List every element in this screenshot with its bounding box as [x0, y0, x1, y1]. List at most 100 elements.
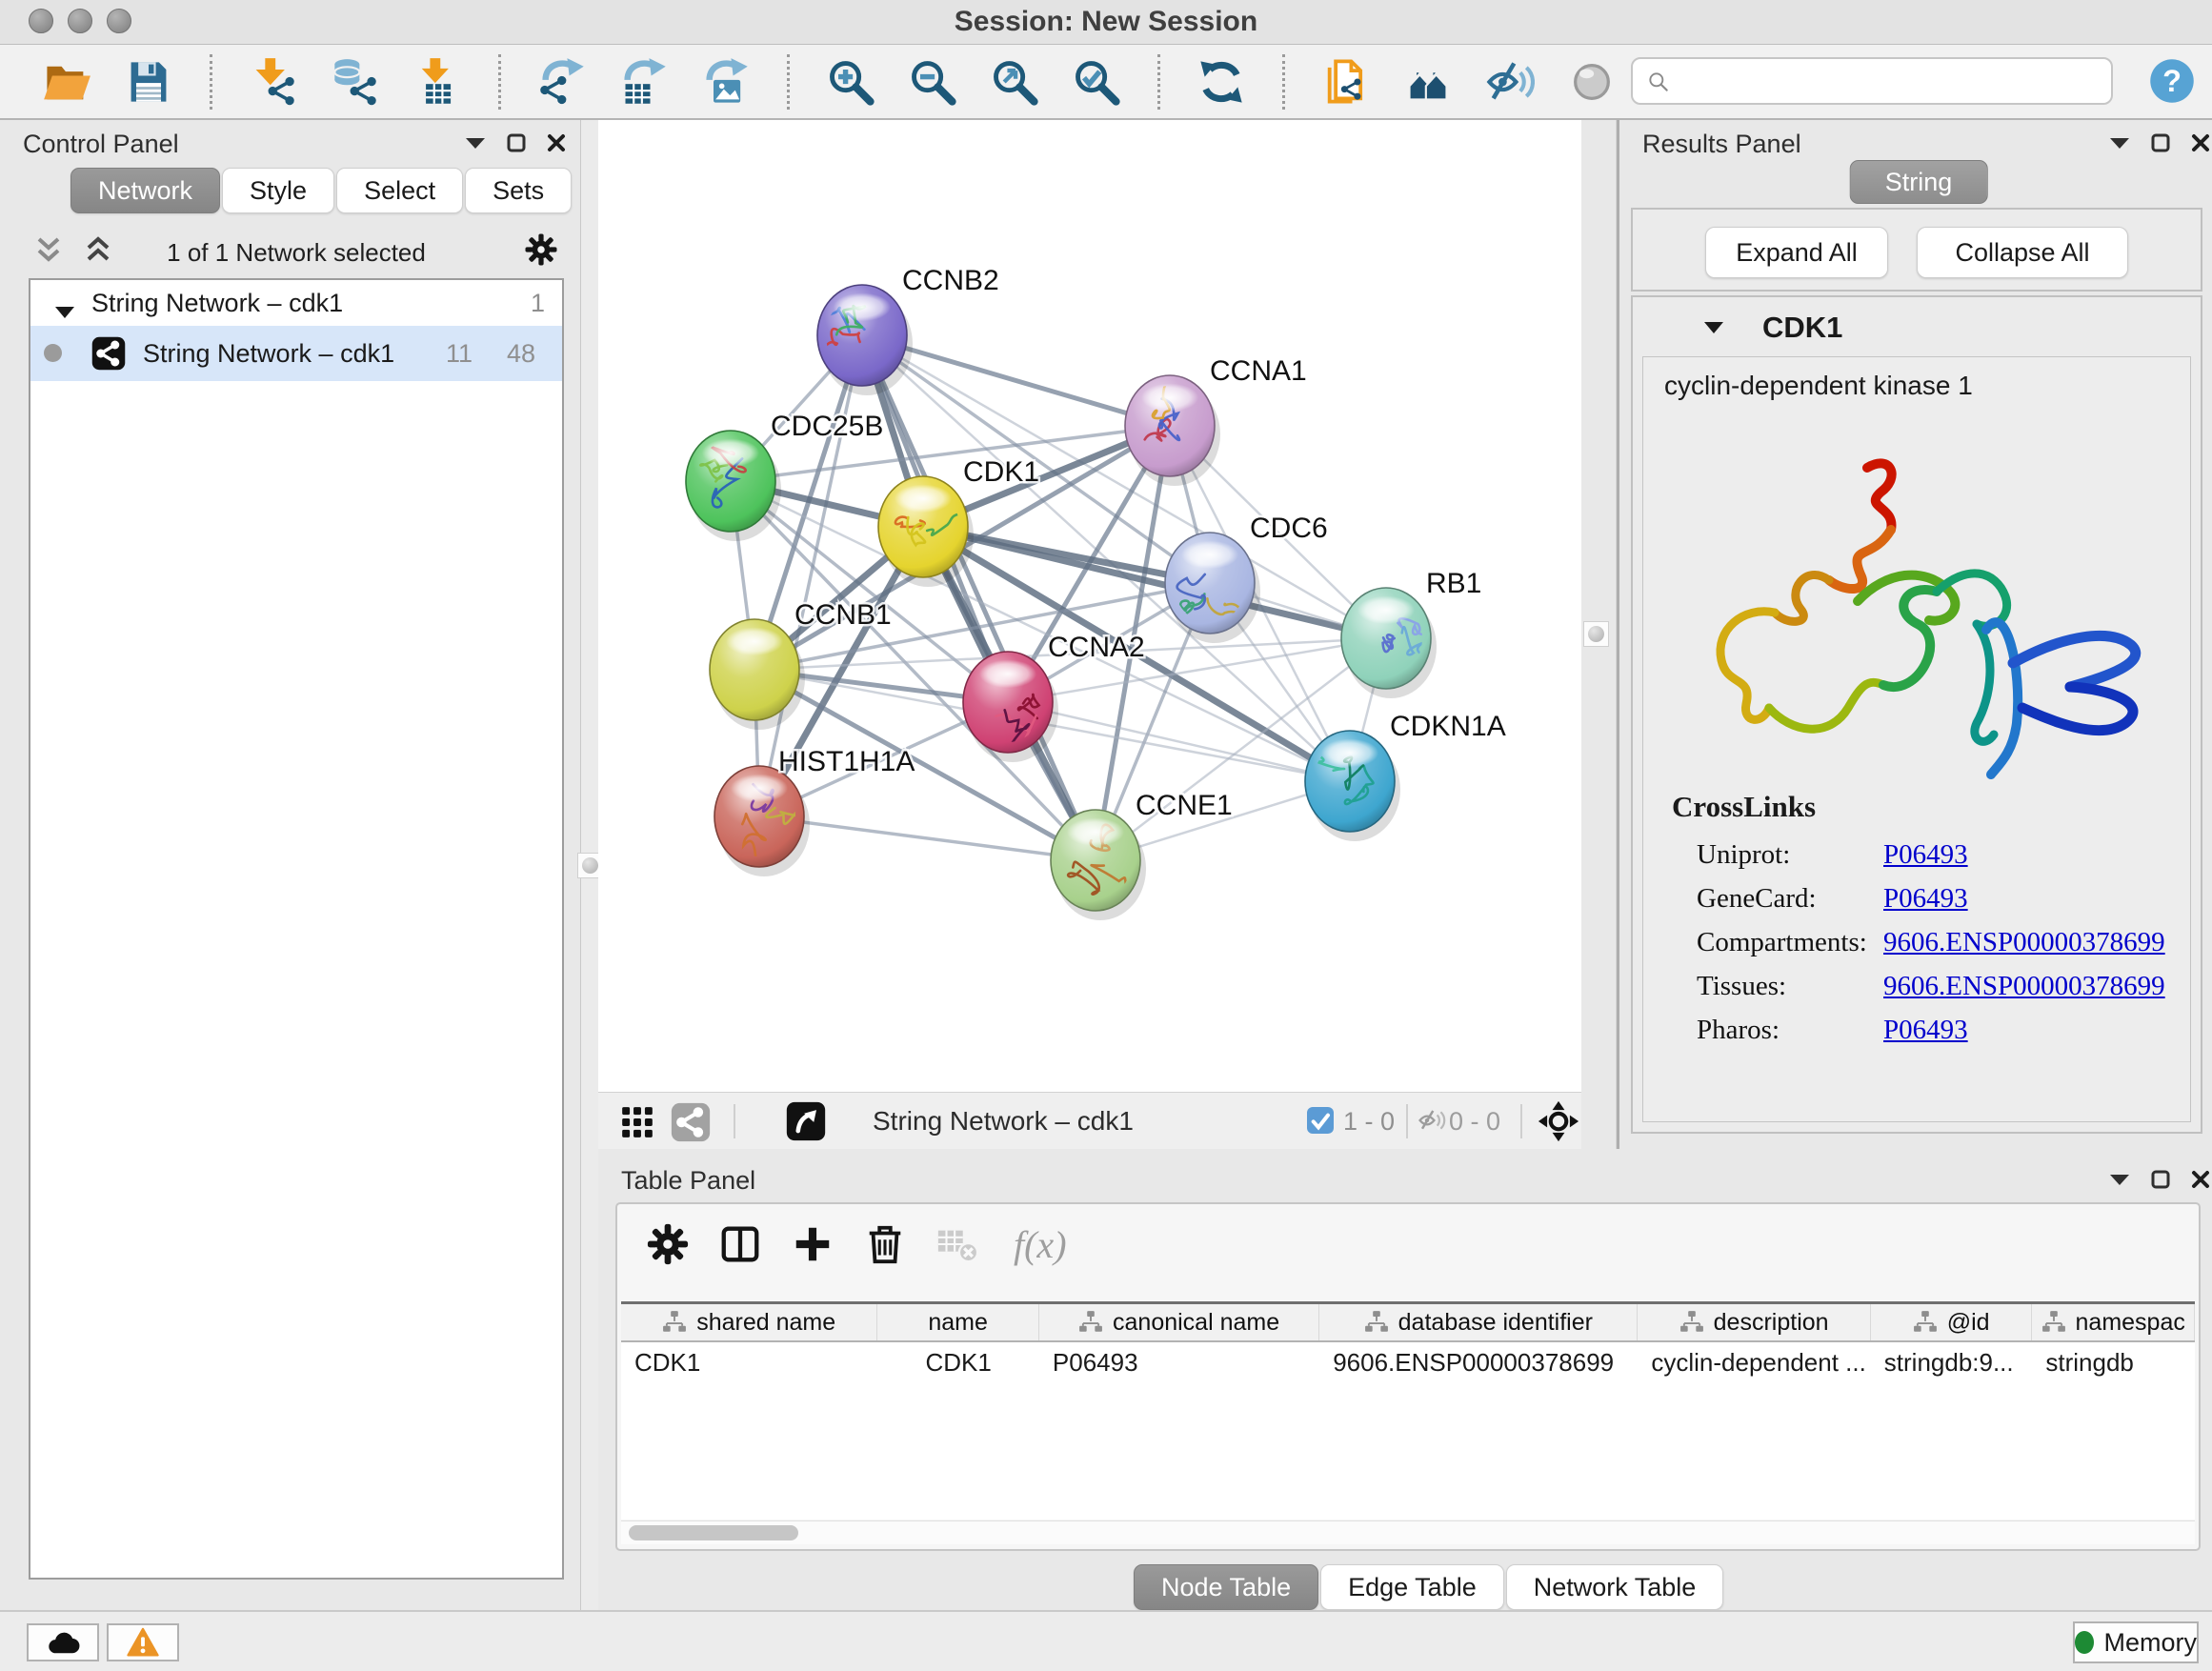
table-cell[interactable]: cyclin-dependent ...: [1638, 1342, 1870, 1382]
table-cell[interactable]: stringdb:9...: [1871, 1342, 2033, 1382]
node-label-RB1: RB1: [1426, 568, 1481, 599]
network-collection-row[interactable]: String Network – cdk1 1: [30, 280, 562, 326]
export-network-button[interactable]: [537, 57, 587, 107]
tab-edge-table[interactable]: Edge Table: [1320, 1564, 1504, 1610]
import-table-button[interactable]: [412, 57, 462, 107]
table-row[interactable]: CDK1CDK1P064939606.ENSP00000378699cyclin…: [621, 1342, 2195, 1382]
network-edge[interactable]: [862, 335, 1096, 860]
panel-menu-arrow-icon[interactable]: [465, 136, 486, 150]
string-home-button[interactable]: [1403, 57, 1453, 107]
apply-layout-button[interactable]: [1196, 57, 1246, 107]
panel-close-icon[interactable]: [2191, 133, 2210, 152]
tab-select[interactable]: Select: [336, 168, 463, 213]
save-session-button[interactable]: [124, 57, 173, 107]
help-button[interactable]: ?: [2147, 56, 2197, 106]
tab-sets[interactable]: Sets: [465, 168, 572, 213]
memory-button[interactable]: Memory: [2073, 1621, 2199, 1663]
table-cell[interactable]: CDK1: [621, 1342, 877, 1382]
glass-effect-button[interactable]: [1485, 57, 1535, 107]
open-session-button[interactable]: [42, 57, 91, 107]
panel-close-icon[interactable]: [547, 133, 566, 152]
column-header-namespac[interactable]: namespac: [2032, 1304, 2195, 1340]
tab-network[interactable]: Network: [70, 168, 220, 213]
network-node-CDKN1A[interactable]: CDKN1A: [1297, 711, 1506, 841]
network-list-toolbar: 1 of 1 Network selected: [29, 232, 564, 274]
network-options-gear-icon[interactable]: [524, 232, 558, 272]
network-edge[interactable]: [759, 335, 862, 816]
network-node-HIST1H1A[interactable]: HIST1H1A: [714, 746, 915, 876]
right-splitter-handle[interactable]: [1583, 621, 1609, 647]
expand-all-button[interactable]: Expand All: [1705, 227, 1888, 278]
table-horizontal-scrollbar[interactable]: [621, 1520, 2195, 1544]
panel-float-icon[interactable]: [2151, 1170, 2170, 1189]
show-structures-button[interactable]: [1567, 57, 1617, 107]
panel-menu-arrow-icon[interactable]: [2109, 1173, 2130, 1186]
search-input[interactable]: [1631, 57, 2113, 105]
selected-checkbox-icon[interactable]: [1305, 1105, 1336, 1140]
network-row[interactable]: String Network – cdk1 11 48: [30, 326, 562, 381]
tab-network-table[interactable]: Network Table: [1506, 1564, 1724, 1610]
zoom-fit-button[interactable]: [990, 57, 1039, 107]
tab-node-table[interactable]: Node Table: [1134, 1564, 1318, 1610]
zoom-in-button[interactable]: [826, 57, 875, 107]
panel-float-icon[interactable]: [2151, 133, 2170, 152]
protein-header-row[interactable]: CDK1: [1633, 297, 2201, 356]
tab-string[interactable]: String: [1850, 160, 1988, 204]
collection-expand-arrow-icon[interactable]: [55, 296, 74, 326]
table-settings-gear-icon: [646, 1222, 690, 1266]
table-cell[interactable]: 9606.ENSP00000378699: [1319, 1342, 1638, 1382]
import-network-database-button[interactable]: [331, 57, 380, 107]
panel-float-icon[interactable]: [507, 133, 526, 152]
network-edge[interactable]: [1008, 702, 1350, 781]
panel-menu-arrow-icon[interactable]: [2109, 136, 2130, 150]
string-panel-toggle-icon[interactable]: [671, 1102, 711, 1147]
export-table-button[interactable]: [619, 57, 669, 107]
crosslink-value-link[interactable]: P06493: [1883, 883, 1968, 914]
crosslink-value-link[interactable]: P06493: [1883, 1015, 1968, 1045]
table-cell[interactable]: stringdb: [2032, 1342, 2195, 1382]
network-view-canvas[interactable]: CCNB2 CCNA1 CDC25B CDK1 CDC6 RB1 CCNB1: [598, 120, 1581, 1092]
zoom-out-button[interactable]: [908, 57, 957, 107]
column-header-description[interactable]: description: [1638, 1304, 1870, 1340]
crosslink-value-link[interactable]: P06493: [1883, 839, 1968, 870]
protein-structure-image: [1662, 449, 2177, 782]
table-cell[interactable]: CDK1: [877, 1342, 1039, 1382]
column-header-id[interactable]: @id: [1871, 1304, 2033, 1340]
add-column-button[interactable]: [791, 1222, 835, 1266]
network-node-CCNA1[interactable]: CCNA1: [1125, 355, 1307, 486]
export-image-button[interactable]: [701, 57, 751, 107]
table-cell[interactable]: P06493: [1039, 1342, 1319, 1382]
collapse-all-button[interactable]: Collapse All: [1917, 227, 2128, 278]
network-node-CCNE1[interactable]: CCNE1: [1051, 790, 1233, 920]
fit-content-crosshair-icon[interactable]: [1538, 1100, 1579, 1147]
column-header-shared-name[interactable]: shared name: [621, 1304, 877, 1340]
detach-view-icon[interactable]: [785, 1100, 827, 1147]
scrollbar-thumb[interactable]: [629, 1525, 798, 1540]
crosslink-value-link[interactable]: 9606.ENSP00000378699: [1883, 927, 2165, 957]
window-title: Session: New Session: [0, 0, 2212, 44]
node-layer[interactable]: CCNB2 CCNA1 CDC25B CDK1 CDC6 RB1 CCNB1: [686, 265, 1506, 920]
column-header-canonical-name[interactable]: canonical name: [1039, 1304, 1319, 1340]
protein-expand-arrow-icon[interactable]: [1703, 320, 1724, 339]
table-settings-gear-button[interactable]: [646, 1222, 690, 1266]
formula-fx-button[interactable]: f(x): [1008, 1222, 1067, 1267]
string-file-button[interactable]: [1321, 57, 1371, 107]
crosslink-value-link[interactable]: 9606.ENSP00000378699: [1883, 971, 2165, 1001]
import-network-file-button[interactable]: [249, 57, 298, 107]
panel-close-icon[interactable]: [2191, 1170, 2210, 1189]
network-node-CDC6[interactable]: CDC6: [1165, 513, 1328, 643]
network-node-CDK1[interactable]: CDK1: [878, 456, 1039, 587]
delete-table-button[interactable]: [935, 1222, 979, 1266]
network-node-RB1[interactable]: RB1: [1341, 568, 1481, 698]
delete-row-button[interactable]: [863, 1222, 907, 1266]
node-table[interactable]: shared namenamecanonical namedatabase id…: [621, 1301, 2195, 1520]
cloud-status-button[interactable]: [27, 1623, 99, 1661]
zoom-selected-button[interactable]: [1072, 57, 1121, 107]
tab-style[interactable]: Style: [222, 168, 334, 213]
column-header-name[interactable]: name: [877, 1304, 1039, 1340]
birdseye-view-icon[interactable]: [619, 1104, 655, 1145]
string-file-icon: [1321, 57, 1371, 107]
show-columns-button[interactable]: [718, 1222, 762, 1266]
warning-status-button[interactable]: [107, 1623, 179, 1661]
column-header-database-identifier[interactable]: database identifier: [1319, 1304, 1638, 1340]
